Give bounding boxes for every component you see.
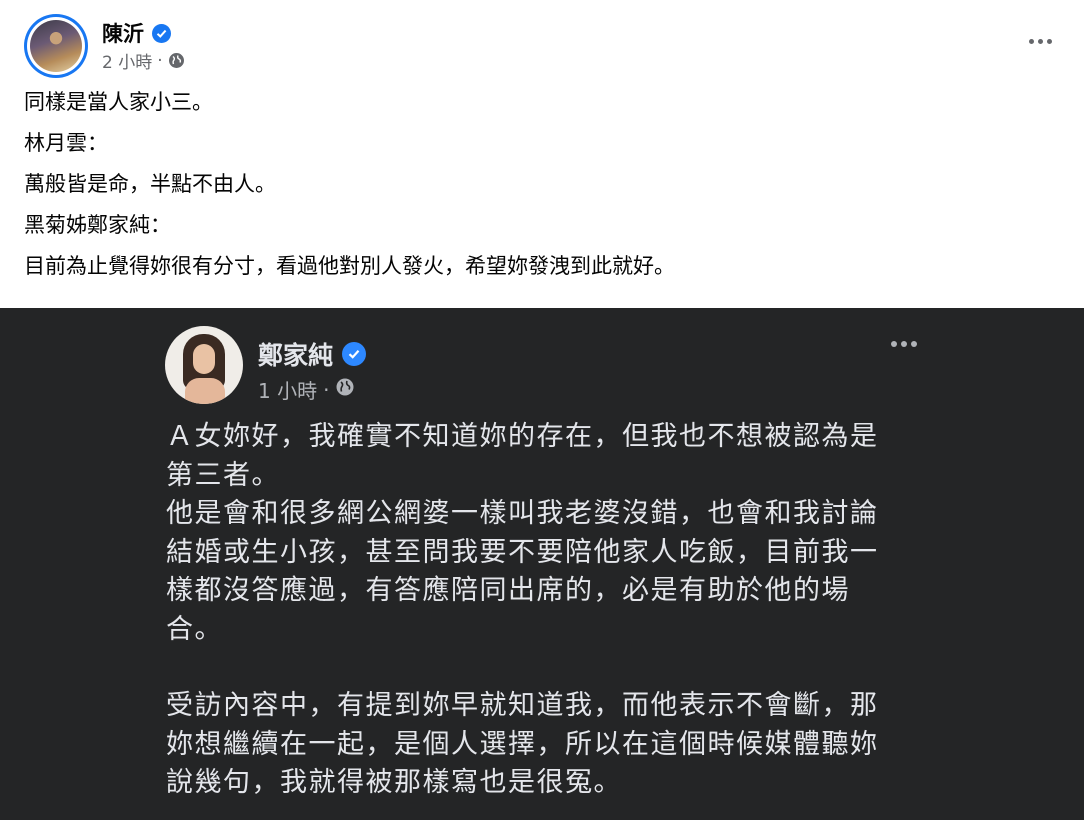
embedded-post-meta: 1 小時 · [258,375,355,404]
embedded-paragraph: 受訪內容中，有提到妳早就知道我，而他表示不會斷，那 妳想繼續在一起，是個人選擇，… [166,690,879,798]
author-name[interactable]: 陳沂 [102,18,144,48]
post-body: 同樣是當人家小三。 林月雲： 萬般皆是命，半點不由人。 黑菊姊鄭家純： 目前為止… [24,88,1060,293]
embedded-post-time: 1 小時 [258,379,318,403]
author-avatar[interactable] [24,14,88,78]
post-meta: 2 小時 · [102,48,185,73]
post-time[interactable]: 2 小時 [102,48,152,73]
author-name-row: 陳沂 [102,18,171,48]
embedded-author-name-row: 鄭家純 [258,336,367,372]
embedded-author-avatar [165,326,243,404]
post-line: 同樣是當人家小三。 [24,90,213,114]
post-line: 萬般皆是命，半點不由人。 [24,172,276,196]
meta-separator: · [323,377,330,402]
meta-separator: · [157,50,163,71]
globe-icon[interactable] [168,52,185,69]
post-line: 林月雲： [24,131,108,155]
post-line: 目前為止覺得妳很有分寸，看過他對別人發火，希望妳發洩到此就好。 [24,254,675,278]
embedded-screenshot[interactable]: 鄭家純 1 小時 · Ａ女妳好，我確實不知道妳的存在，但我也不想被認為是 第三者… [0,308,1084,820]
verified-badge-icon [152,23,171,43]
embedded-post-body: Ａ女妳好，我確實不知道妳的存在，但我也不想被認為是 第三者。 他是會和很多網公網… [166,418,926,803]
more-options-icon[interactable] [1020,26,1060,56]
post-line: 黑菊姊鄭家純： [24,213,171,237]
embedded-paragraph: Ａ女妳好，我確實不知道妳的存在，但我也不想被認為是 第三者。 他是會和很多網公網… [166,421,879,645]
verified-badge-icon [342,342,367,366]
globe-icon [335,377,355,402]
post-header: 陳沂 2 小時 · [24,12,1060,78]
embedded-author-name: 鄭家純 [258,341,334,370]
more-options-icon [884,336,924,352]
